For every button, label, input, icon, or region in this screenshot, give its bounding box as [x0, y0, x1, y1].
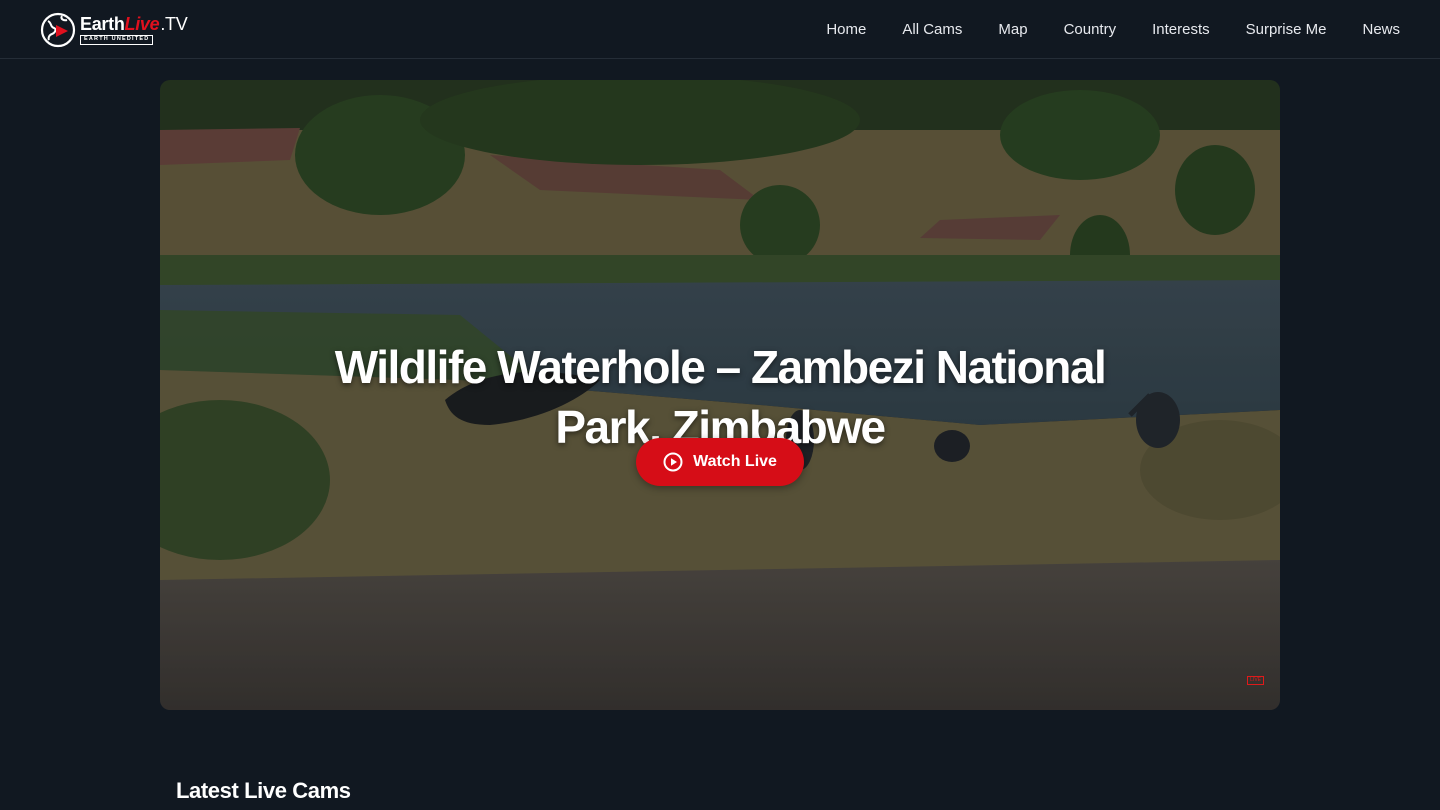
brand-name-live: Live: [124, 14, 160, 35]
play-circle-icon: [663, 452, 683, 472]
brand-tagline: EARTH UNEDITED: [80, 35, 154, 45]
hero-featured-cam[interactable]: Wildlife Waterhole – Zambezi National Pa…: [160, 80, 1280, 710]
brand-name: EarthLive.TV: [80, 14, 188, 35]
site-logo[interactable]: EarthLive.TV EARTH UNEDITED: [40, 11, 188, 49]
site-header: EarthLive.TV EARTH UNEDITED Home All Cam…: [0, 0, 1440, 59]
latest-live-cams-heading: Latest Live Cams: [176, 778, 351, 803]
main-nav: Home All Cams Map Country Interests Surp…: [790, 0, 1400, 59]
nav-surprise-me[interactable]: Surprise Me: [1246, 21, 1327, 38]
brand-name-earth: Earth: [80, 14, 125, 35]
watch-live-label: Watch Live: [693, 453, 777, 470]
globe-play-icon: [40, 12, 76, 48]
nav-map[interactable]: Map: [998, 21, 1027, 38]
nav-country[interactable]: Country: [1064, 21, 1117, 38]
nav-interests[interactable]: Interests: [1152, 21, 1210, 38]
watch-live-button[interactable]: Watch Live: [636, 438, 804, 486]
nav-home[interactable]: Home: [826, 21, 866, 38]
brand-name-tv: .TV: [160, 14, 188, 35]
nav-news[interactable]: News: [1362, 21, 1400, 38]
nav-all-cams[interactable]: All Cams: [902, 21, 962, 38]
live-badge: LIVE: [1247, 676, 1264, 685]
